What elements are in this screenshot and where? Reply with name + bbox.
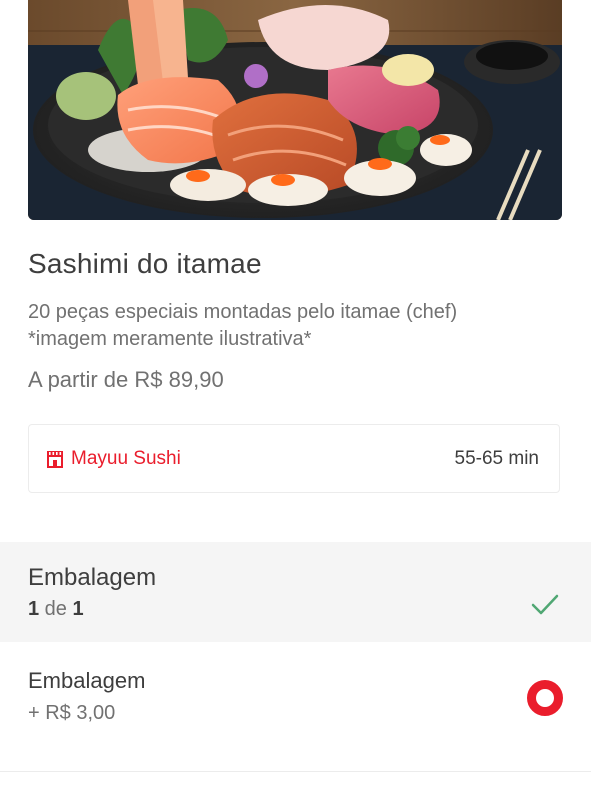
restaurant-name: Mayuu Sushi [71, 447, 181, 469]
selection-total: 1 [72, 598, 84, 620]
section-title: Embalagem [28, 564, 157, 591]
radio-selected-icon[interactable] [527, 680, 563, 716]
delivery-time: 55-65 min [454, 447, 540, 469]
option-price: + R$ 3,00 [28, 702, 116, 724]
product-description: 20 peças especiais montadas pelo itamae … [28, 301, 458, 350]
selection-current: 1 [28, 598, 40, 620]
store-icon [45, 449, 65, 469]
section-selection-count: 1 de 1 [28, 598, 84, 621]
check-icon [530, 592, 560, 618]
restaurant-card[interactable]: Mayuu Sushi 55-65 min [28, 424, 560, 493]
option-name: Embalagem [28, 668, 146, 693]
product-title: Sashimi do itamae [28, 248, 262, 279]
selection-separator: de [39, 598, 73, 620]
restaurant-info: Mayuu Sushi [45, 448, 181, 470]
section-header-embalagem: Embalagem 1 de 1 [0, 542, 591, 642]
product-price: A partir de R$ 89,90 [28, 367, 224, 392]
option-embalagem[interactable]: Embalagem + R$ 3,00 [0, 642, 591, 772]
product-photo [28, 0, 562, 220]
product-detail-page: Sashimi do itamae 20 peças especiais mon… [0, 0, 591, 808]
